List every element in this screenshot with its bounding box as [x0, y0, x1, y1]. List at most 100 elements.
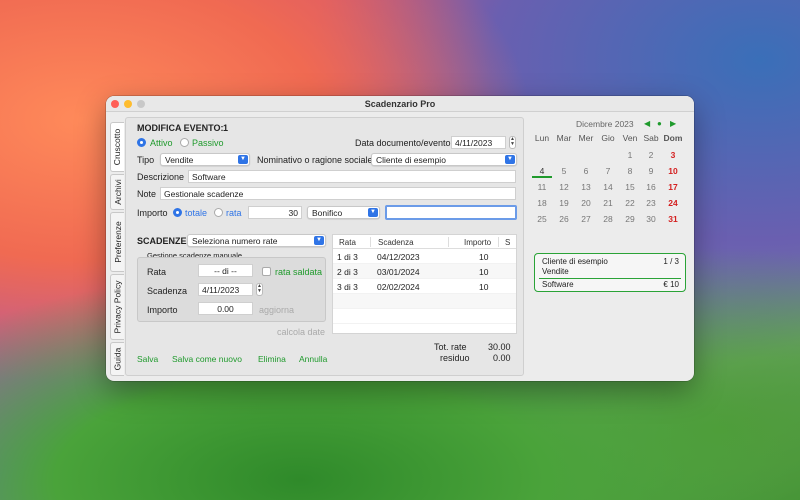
calendar-day[interactable]: 29 [620, 214, 640, 224]
calendar-today-button[interactable]: ● [657, 119, 662, 128]
table-row[interactable]: 3 di 3 02/02/2024 10 [333, 279, 516, 294]
calendar-day[interactable]: 23 [641, 198, 661, 208]
calendar-weekday: Gio [601, 133, 615, 143]
card-count: 1 / 3 [663, 257, 679, 266]
chevron-down-icon: ▼ [314, 236, 324, 245]
calendar-day[interactable]: 2 [641, 150, 661, 160]
table-row[interactable]: 2 di 3 03/01/2024 10 [333, 264, 516, 279]
table-row-empty [333, 309, 516, 324]
rata-saldata-checkbox[interactable] [262, 267, 271, 276]
calendar-day[interactable]: 1 [620, 150, 640, 160]
calendar-day[interactable]: 30 [641, 214, 661, 224]
nominativo-label: Nominativo o ragione sociale [257, 155, 373, 165]
radio-passivo[interactable] [180, 138, 189, 147]
card-client: Cliente di esempio [542, 257, 608, 266]
calendar-day[interactable]: 14 [598, 182, 618, 192]
calendar-day[interactable]: 18 [532, 198, 552, 208]
calendar-day[interactable]: 15 [620, 182, 640, 192]
edit-event-panel: MODIFICA EVENTO: 1 Attivo Passivo Data d… [125, 117, 524, 376]
calendar-day[interactable]: 24 [663, 198, 683, 208]
title-bar: Scadenzario Pro [106, 96, 694, 112]
rata-input[interactable]: -- di -- [198, 264, 253, 277]
radio-rata[interactable] [214, 208, 223, 217]
radio-passivo-label: Passivo [192, 138, 224, 148]
data-documento-stepper[interactable]: ▲ ▼ [509, 136, 516, 149]
calendar-day[interactable]: 27 [576, 214, 596, 224]
calendar-day[interactable]: 21 [598, 198, 618, 208]
salva-button[interactable]: Salva [137, 354, 158, 364]
calendar-day[interactable]: 4 [532, 166, 552, 178]
calendar-day[interactable]: 20 [576, 198, 596, 208]
calendar-weekday: Dom [663, 133, 683, 143]
radio-attivo[interactable] [137, 138, 146, 147]
calendar-day[interactable]: 5 [554, 166, 574, 176]
note-input[interactable]: Gestionale scadenze [160, 187, 516, 200]
calendar-day[interactable]: 26 [554, 214, 574, 224]
annulla-button[interactable]: Annulla [299, 354, 327, 364]
note-label: Note [137, 189, 157, 199]
scadenze-table: Rata Scadenza Importo S 1 di 3 04/12/202… [332, 234, 517, 334]
importo-rata-input[interactable]: 0.00 [198, 302, 253, 315]
calendar-day[interactable]: 8 [620, 166, 640, 176]
aggiorna-button[interactable]: aggiorna [259, 305, 294, 315]
chevron-down-icon: ▼ [368, 208, 378, 217]
col-scadenza[interactable]: Scadenza [378, 238, 414, 247]
radio-totale-label: totale [185, 208, 208, 218]
calendar-day[interactable]: 25 [532, 214, 552, 224]
radio-attivo-label: Attivo [150, 138, 173, 148]
calendar-day[interactable]: 16 [641, 182, 661, 192]
calendar-day[interactable]: 12 [554, 182, 574, 192]
calendar-day[interactable]: 10 [663, 166, 683, 176]
calendar-day[interactable]: 28 [598, 214, 618, 224]
scadenza-card[interactable]: Cliente di esempio 1 / 3 Vendite Softwar… [534, 253, 686, 292]
calendar-day[interactable]: 31 [663, 214, 683, 224]
data-documento-input[interactable]: 4/11/2023 [451, 136, 506, 149]
calendar-day[interactable]: 19 [554, 198, 574, 208]
chevron-down-icon: ▼ [505, 155, 515, 164]
calendar-weekday: Sab [643, 133, 659, 143]
radio-rata-label: rata [226, 208, 242, 218]
calendar-day[interactable]: 13 [576, 182, 596, 192]
rata-saldata-label: rata saldata [275, 267, 323, 277]
rata-label: Rata [147, 267, 167, 277]
tab-privacy-policy[interactable]: Privacy Policy [110, 274, 124, 340]
col-s[interactable]: S [505, 238, 510, 247]
calendar-month: Dicembre 2023 [576, 119, 634, 129]
tab-guida[interactable]: Guida [110, 342, 124, 376]
nominativo-select[interactable]: Cliente di esempio ▼ [371, 153, 517, 166]
calendar-day[interactable]: 11 [532, 182, 552, 192]
window-title: Scadenzario Pro [364, 99, 436, 109]
calendar-day[interactable]: 22 [620, 198, 640, 208]
radio-totale[interactable] [173, 208, 182, 217]
app-window: Scadenzario Pro Cruscotto Archivi Prefer… [106, 96, 694, 381]
scadenza-input[interactable]: 4/11/2023 [198, 283, 253, 296]
col-rata[interactable]: Rata [339, 238, 356, 247]
elimina-button[interactable]: Elimina [258, 354, 286, 364]
scadenza-stepper[interactable]: ▲ ▼ [256, 283, 263, 296]
table-row[interactable]: 1 di 3 04/12/2023 10 [333, 249, 516, 264]
salva-nuovo-button[interactable]: Salva come nuovo [172, 354, 242, 364]
extra-input[interactable] [385, 205, 517, 220]
importo-input[interactable]: 30 [248, 206, 302, 219]
calendar-prev-button[interactable]: ◀ [644, 119, 650, 128]
tipo-select[interactable]: Vendite ▼ [160, 153, 250, 166]
numero-rate-select[interactable]: Seleziona numero rate ▼ [187, 234, 326, 247]
scadenza-label: Scadenza [147, 286, 188, 296]
form-heading: MODIFICA EVENTO: [137, 123, 224, 133]
chevron-down-icon: ▼ [238, 155, 248, 164]
calcola-date-button[interactable]: calcola date [277, 327, 325, 337]
tab-cruscotto[interactable]: Cruscotto [110, 122, 124, 172]
tab-archivi[interactable]: Archivi [110, 174, 124, 210]
pagamento-select[interactable]: Bonifico ▼ [307, 206, 380, 219]
calendar-day[interactable]: 17 [663, 182, 683, 192]
calendar-day[interactable]: 9 [641, 166, 661, 176]
card-amount: € 10 [663, 280, 679, 289]
calendar-day[interactable]: 7 [598, 166, 618, 176]
calendar-day[interactable]: 3 [663, 150, 683, 160]
event-number: 1 [223, 123, 229, 133]
calendar-next-button[interactable]: ▶ [670, 119, 676, 128]
descrizione-input[interactable]: Software [188, 170, 516, 183]
tab-preferenze[interactable]: Preferenze [110, 212, 124, 272]
col-importo[interactable]: Importo [464, 238, 491, 247]
calendar-day[interactable]: 6 [576, 166, 596, 176]
